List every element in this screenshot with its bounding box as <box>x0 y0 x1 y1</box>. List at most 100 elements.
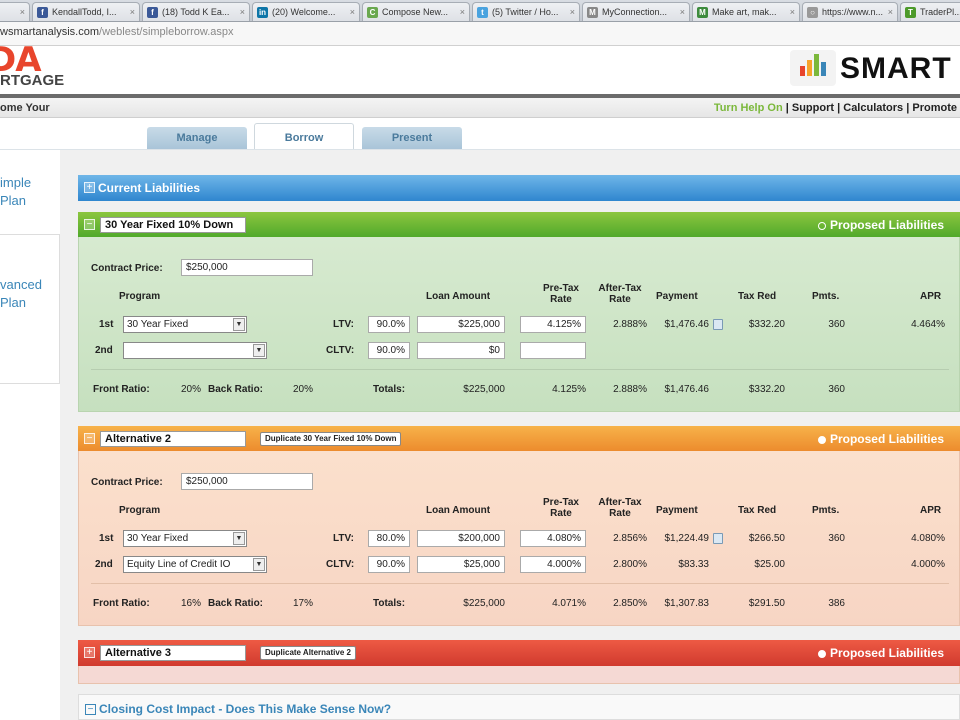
browser-tab[interactable]: f (18) Todd K Ea... × <box>142 2 250 21</box>
sub-nav: ome Your Turn Help On | Support | Calcul… <box>0 98 960 118</box>
panel-divider <box>91 369 949 370</box>
aftertax-rate-value: 2.888% <box>613 319 647 330</box>
close-tab-icon[interactable]: × <box>888 3 893 21</box>
loan-amount-input-2nd[interactable]: $0 <box>417 342 505 359</box>
tax-red-value: $25.00 <box>754 559 785 570</box>
contract-price-input[interactable]: $250,000 <box>181 473 313 490</box>
promote-link[interactable]: Promote <box>912 102 957 114</box>
help-toggle-link[interactable]: Turn Help On <box>714 102 783 114</box>
support-link[interactable]: Support <box>792 102 834 114</box>
contract-price-input[interactable]: $250,000 <box>181 259 313 276</box>
ltv-input[interactable]: 90.0% <box>368 316 410 333</box>
company-logo[interactable]: DA RTGAGE <box>0 46 100 94</box>
sidebar-item-simple-plan[interactable]: imple Plan <box>0 174 31 210</box>
browser-tab[interactable]: M Make art, mak... × <box>692 2 800 21</box>
collapse-toggle[interactable]: − <box>84 219 95 230</box>
sidebar-item-advanced-plan[interactable]: vanced Plan <box>0 276 42 312</box>
pretax-rate-input-2nd[interactable]: 4.000% <box>520 556 586 573</box>
collapse-toggle[interactable]: − <box>85 704 96 715</box>
collapse-toggle[interactable]: − <box>84 433 95 444</box>
close-tab-icon[interactable]: × <box>350 3 355 21</box>
browser-tab[interactable]: in (20) Welcome... × <box>252 2 360 21</box>
pmts-value: 360 <box>828 533 845 544</box>
linkedin-icon: in <box>257 7 268 19</box>
loan-amount-input-1st[interactable]: $200,000 <box>417 530 505 547</box>
closing-cost-title: Closing Cost Impact - Does This Make Sen… <box>99 702 392 716</box>
scenario-name-input[interactable]: Alternative 2 <box>100 431 246 447</box>
expand-toggle[interactable]: + <box>84 647 95 658</box>
art-icon: M <box>697 7 708 19</box>
calculators-link[interactable]: Calculators <box>843 102 903 114</box>
total-pmts: 360 <box>828 384 845 395</box>
pmts-header: Pmts. <box>812 505 840 516</box>
browser-tab[interactable]: C Compose New... × <box>362 2 470 21</box>
chevron-down-icon: ▼ <box>233 532 245 545</box>
contract-price-label: Contract Price: <box>91 477 163 488</box>
scenario-2-body: Contract Price: $250,000 Program Loan Am… <box>78 451 960 626</box>
front-ratio-value: 20% <box>180 384 201 395</box>
loan-amount-input-2nd[interactable]: $25,000 <box>417 556 505 573</box>
proposed-liabilities-radio[interactable]: Proposed Liabilities <box>817 218 944 232</box>
close-tab-icon[interactable]: × <box>130 3 135 21</box>
cltv-input[interactable]: 90.0% <box>368 342 410 359</box>
back-ratio-label: Back Ratio: <box>208 384 264 395</box>
scenario-name-input[interactable]: 30 Year Fixed 10% Down <box>100 217 246 233</box>
scenario-1-body: Contract Price: $250,000 Program Loan Am… <box>78 237 960 412</box>
total-payment: $1,476.46 <box>664 384 710 395</box>
close-tab-icon[interactable]: × <box>460 3 465 21</box>
cltv-input[interactable]: 90.0% <box>368 556 410 573</box>
duplicate-button[interactable]: Duplicate Alternative 2 <box>260 646 356 660</box>
expand-toggle[interactable]: + <box>84 182 95 193</box>
proposed-liabilities-radio[interactable]: Proposed Liabilities <box>817 432 944 446</box>
payment-value: $1,476.46 <box>664 319 710 330</box>
apr-header: APR <box>920 505 942 516</box>
current-liabilities-bar[interactable]: + Current Liabilities <box>78 175 960 201</box>
connection-icon: M <box>587 7 598 19</box>
browser-tab[interactable]: t (5) Twitter / Ho... × <box>472 2 580 21</box>
closing-cost-section[interactable]: − Closing Cost Impact - Does This Make S… <box>78 694 960 720</box>
aftertax-rate-value: 2.800% <box>613 559 647 570</box>
top-links: Turn Help On | Support | Calculators | P… <box>713 102 957 114</box>
pretax-rate-input-1st[interactable]: 4.125% <box>520 316 586 333</box>
tab-present[interactable]: Present <box>362 127 462 149</box>
pretax-rate-input-2nd[interactable] <box>520 342 586 359</box>
close-tab-icon[interactable]: × <box>790 3 795 21</box>
smart-logo: SMART <box>790 50 960 88</box>
tab-borrow[interactable]: Borrow <box>254 123 354 151</box>
totals-label: Totals: <box>373 598 406 609</box>
calculator-icon[interactable] <box>713 319 723 330</box>
loan-amount-header: Loan Amount <box>426 505 491 516</box>
close-tab-icon[interactable]: × <box>680 3 685 21</box>
program-select-1st[interactable]: 30 Year Fixed ▼ <box>123 316 247 333</box>
total-pretax-rate: 4.125% <box>552 384 586 395</box>
browser-tab[interactable]: M MyConnection... × <box>582 2 690 21</box>
duplicate-button[interactable]: Duplicate 30 Year Fixed 10% Down <box>260 432 402 446</box>
chevron-down-icon: ▼ <box>233 318 245 331</box>
calculator-icon[interactable] <box>713 533 723 544</box>
program-select-1st[interactable]: 30 Year Fixed ▼ <box>123 530 247 547</box>
tab-manage[interactable]: Manage <box>147 127 247 149</box>
program-select-2nd[interactable]: Equity Line of Credit IO ▼ <box>123 556 267 573</box>
total-tax-red: $291.50 <box>748 598 785 609</box>
total-payment: $1,307.83 <box>664 598 710 609</box>
pretax-rate-input-1st[interactable]: 4.080% <box>520 530 586 547</box>
proposed-liabilities-radio[interactable]: Proposed Liabilities <box>817 646 944 660</box>
url-text[interactable]: wsmartanalysis.com/weblest/simpleborrow.… <box>0 26 234 38</box>
scenario-name-input[interactable]: Alternative 3 <box>100 645 246 661</box>
close-tab-icon[interactable]: × <box>20 3 25 21</box>
address-bar[interactable]: wsmartanalysis.com/weblest/simpleborrow.… <box>0 22 960 46</box>
browser-tab[interactable]: × <box>0 2 30 21</box>
facebook-icon: f <box>147 7 158 19</box>
cltv-label: CLTV: <box>326 559 355 570</box>
loan-amount-input-1st[interactable]: $225,000 <box>417 316 505 333</box>
ltv-input[interactable]: 80.0% <box>368 530 410 547</box>
close-tab-icon[interactable]: × <box>570 3 575 21</box>
loan-amount-header: Loan Amount <box>426 291 491 302</box>
program-select-2nd[interactable]: ▼ <box>123 342 267 359</box>
browser-tab[interactable]: ○ https://www.n... × <box>802 2 898 21</box>
browser-tab[interactable]: f KendallTodd, I... × <box>32 2 140 21</box>
radio-filled-icon <box>817 649 826 658</box>
front-ratio-label: Front Ratio: <box>93 384 150 395</box>
close-tab-icon[interactable]: × <box>240 3 245 21</box>
browser-tab[interactable]: T TraderPl... <box>900 2 960 21</box>
